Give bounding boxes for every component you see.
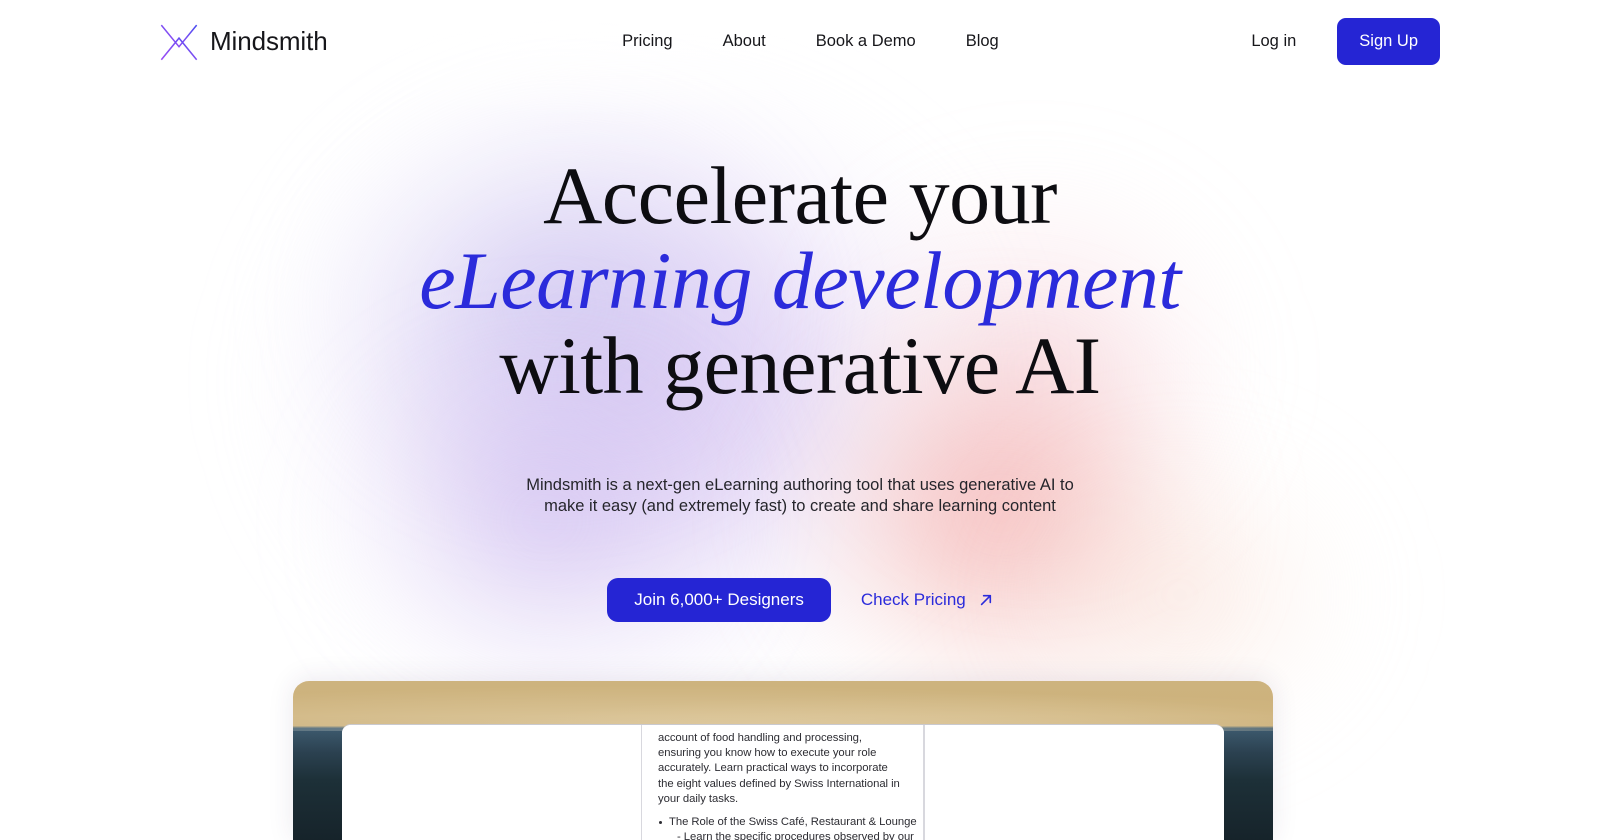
check-pricing-label: Check Pricing bbox=[860, 590, 966, 609]
headline-line-3: with generative AI bbox=[499, 320, 1101, 411]
nav-link-book-a-demo[interactable]: Book a Demo bbox=[816, 33, 916, 50]
hero-section: Accelerate your eLearning development wi… bbox=[0, 82, 1600, 622]
site-header: Mindsmith Pricing About Book a Demo Blog… bbox=[0, 0, 1600, 82]
signup-button[interactable]: Sign Up bbox=[1337, 17, 1440, 65]
hero-subheadline-line-1: Mindsmith is a next-gen eLearning author… bbox=[526, 476, 1074, 494]
mindsmith-butterfly-mark-icon bbox=[160, 24, 198, 61]
editor-paragraph: account of food handling and processing,… bbox=[658, 731, 907, 807]
editor-pane-right bbox=[924, 725, 1224, 840]
editor-paragraph-line: ensuring you know how to execute your ro… bbox=[658, 747, 877, 760]
editor-bullet-text: The Role of the Swiss Café, Restaurant &… bbox=[669, 816, 917, 829]
editor-pane-left bbox=[342, 725, 641, 840]
join-designers-button[interactable]: Join 6,000+ Designers bbox=[607, 578, 831, 622]
editor-bullet-list: The Role of the Swiss Café, Restaurant &… bbox=[658, 815, 917, 840]
check-pricing-link[interactable]: Check Pricing bbox=[861, 590, 993, 610]
brand-logo-link[interactable]: Mindsmith bbox=[158, 20, 328, 62]
page-title: Accelerate your eLearning development wi… bbox=[0, 153, 1600, 408]
editor-paragraph-line: the eight values defined by Swiss Intern… bbox=[658, 777, 900, 790]
brand-name: Mindsmith bbox=[210, 26, 328, 56]
login-link[interactable]: Log in bbox=[1251, 33, 1337, 50]
headline-line-1: Accelerate your bbox=[543, 150, 1057, 241]
editor-paragraph-line: your daily tasks. bbox=[658, 792, 739, 805]
product-screenshot-editor: account of food handling and processing,… bbox=[342, 724, 1224, 840]
hero-subheadline: Mindsmith is a next-gen eLearning author… bbox=[510, 475, 1090, 517]
hero-cta-group: Join 6,000+ Designers Check Pricing bbox=[0, 578, 1600, 622]
arrow-up-right-icon bbox=[980, 594, 991, 606]
primary-navigation: Pricing About Book a Demo Blog bbox=[580, 33, 999, 50]
editor-bullet-subtext: - Learn the specific procedures observed… bbox=[677, 831, 914, 840]
hero-subheadline-line-2: make it easy (and extremely fast) to cre… bbox=[544, 497, 1056, 515]
editor-paragraph-line: account of food handling and processing, bbox=[658, 732, 863, 744]
header-actions: Log in Sign Up bbox=[1251, 17, 1440, 65]
nav-link-blog[interactable]: Blog bbox=[966, 33, 999, 50]
headline-line-accent: eLearning development bbox=[419, 235, 1181, 326]
editor-paragraph-line: accurately. Learn practical ways to inco… bbox=[658, 762, 888, 775]
nav-link-pricing[interactable]: Pricing bbox=[622, 33, 672, 50]
product-screenshot-card[interactable]: account of food handling and processing,… bbox=[293, 681, 1273, 840]
list-item: The Role of the Swiss Café, Restaurant &… bbox=[658, 815, 917, 840]
editor-pane-center: account of food handling and processing,… bbox=[641, 725, 924, 840]
nav-link-about[interactable]: About bbox=[723, 33, 766, 50]
